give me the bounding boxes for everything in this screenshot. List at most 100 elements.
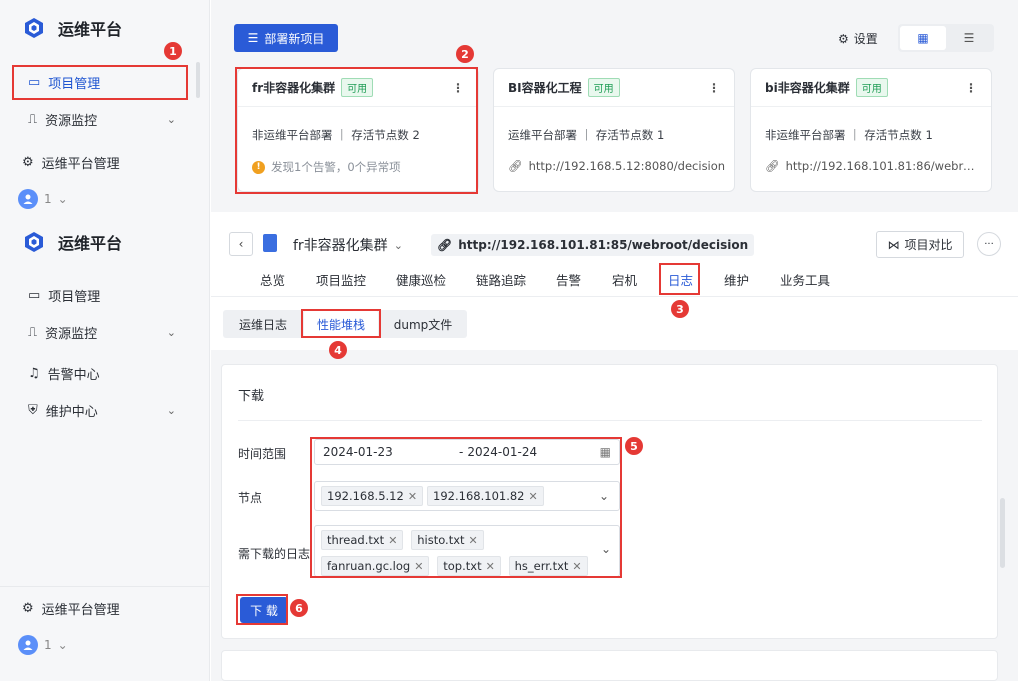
sidebar-item-label: 告警中心 (47, 367, 100, 383)
close-icon[interactable]: ✕ (529, 490, 538, 503)
tab-log[interactable]: 日志 (668, 270, 693, 289)
tab-business-tools[interactable]: 业务工具 (780, 270, 830, 289)
sidebar-item-resource-monitor[interactable]: ⎍ 资源监控 ⌄ (14, 316, 186, 348)
node-select[interactable]: 192.168.5.12 ✕ 192.168.101.82 ✕ ⌄ (314, 481, 620, 511)
download-button[interactable]: 下 载 (240, 597, 288, 623)
project-name: fr非容器化集群 (293, 238, 388, 254)
user-menu[interactable]: 1 ⌄ (18, 189, 68, 209)
tab-trace[interactable]: 链路追踪 (476, 270, 526, 289)
chevron-down-icon: ⌄ (166, 403, 176, 417)
date-end: 2024-01-24 (467, 445, 538, 459)
tab-project-monitor[interactable]: 项目监控 (316, 270, 366, 289)
platform-manage[interactable]: ⚙ 运维平台管理 (8, 592, 180, 624)
status-badge: 可用 (587, 78, 620, 97)
tab-health-check[interactable]: 健康巡检 (396, 270, 446, 289)
project-card[interactable]: bi非容器化集群 可用 ⋮ 非运维平台部署 ｜ 存活节点数 1 🔗︎ http:… (750, 68, 992, 192)
subtab-ops-log[interactable]: 运维日志 (223, 310, 303, 338)
node-chip: 192.168.5.12 ✕ (321, 486, 424, 506)
close-icon[interactable]: ✕ (572, 560, 581, 573)
sidebar-item-label: 项目管理 (48, 76, 101, 92)
project-url-text: http://192.168.101.81:85/webroot/decisio… (458, 238, 749, 252)
node-chip: 192.168.101.82 ✕ (427, 486, 544, 506)
project-selector[interactable]: fr非容器化集群 ⌄ (293, 235, 403, 255)
shield-icon: ⛨ (28, 402, 38, 418)
close-icon[interactable]: ✕ (414, 560, 423, 573)
annotation-badge: 6 (290, 599, 308, 617)
card-link[interactable]: 🔗︎ http://192.168.101.81:86/webroot/deci… (765, 159, 981, 173)
tab-alert[interactable]: 告警 (556, 270, 581, 289)
subtab-dump-file[interactable]: dump文件 (379, 310, 467, 338)
warning-icon: ! (252, 160, 265, 174)
card-header: BI容器化工程 可用 ⋮ (494, 69, 734, 107)
subtab-perf-stack[interactable]: 性能堆栈 (303, 310, 379, 338)
project-url[interactable]: 🔗︎ http://192.168.101.81:85/webroot/deci… (431, 234, 755, 256)
sidebar-item-alert-center[interactable]: ♫ 告警中心 (14, 357, 186, 389)
settings-label: 设置 (853, 32, 878, 46)
tab-maintain[interactable]: 维护 (724, 270, 749, 289)
annotation-badge: 2 (456, 45, 474, 63)
deploy-project-button[interactable]: ☰ 部署新项目 (234, 24, 338, 52)
chevron-down-icon: ⌄ (57, 192, 68, 206)
sidebar-item-label: 项目管理 (48, 289, 101, 305)
list-view-icon[interactable]: ☰ (946, 26, 992, 50)
date-range-picker[interactable]: 2024-01-23 - 2024-01-24 ▦ (314, 439, 620, 465)
chevron-down-icon: ⌄ (166, 325, 176, 339)
close-icon[interactable]: ✕ (469, 534, 478, 547)
chevron-down-icon: ⌄ (598, 489, 609, 503)
card-title: BI容器化工程 (508, 81, 582, 95)
chip-label: thread.txt (327, 533, 385, 547)
close-icon[interactable]: ✕ (408, 490, 417, 503)
more-vertical-icon[interactable]: ⋮ (965, 81, 977, 95)
avatar (18, 635, 38, 655)
card-header: fr非容器化集群 可用 ⋮ (238, 69, 478, 107)
link-icon: 🔗︎ (765, 159, 780, 173)
project-card[interactable]: fr非容器化集群 可用 ⋮ 非运维平台部署 ｜ 存活节点数 2 ! 发现1个告警… (237, 68, 479, 192)
sidebar-item-maintain-center[interactable]: ⛨ 维护中心 ⌄ (14, 394, 186, 426)
date-start: 2024-01-23 (323, 445, 393, 459)
close-icon[interactable]: ✕ (486, 560, 495, 573)
more-vertical-icon[interactable]: ⋮ (708, 81, 720, 95)
card-header: bi非容器化集群 可用 ⋮ (751, 69, 991, 107)
compare-label: 项目对比 (904, 238, 953, 252)
main-scrollbar[interactable] (1000, 498, 1005, 568)
tab-down[interactable]: 宕机 (612, 270, 637, 289)
sidebar-scrollbar[interactable] (196, 62, 200, 98)
link-icon: 🔗︎ (508, 159, 523, 173)
log-chip: fanruan.gc.log ✕ (321, 556, 430, 576)
grid-view-icon[interactable]: ▦ (900, 26, 946, 50)
gear-icon: ⚙ (838, 31, 849, 46)
chevron-down-icon: ⌄ (166, 112, 176, 126)
platform-manage-label: 运维平台管理 (41, 156, 120, 172)
gear-icon: ⚙ (22, 154, 34, 170)
log-select[interactable]: thread.txt ✕ histo.txt ✕ fanruan.gc.log ✕ t… (314, 525, 620, 577)
link-icon: 🔗︎ (437, 238, 453, 252)
card-alert: ! 发现1个告警，0个异常项 (252, 159, 401, 175)
log-chip: histo.txt ✕ (411, 530, 484, 550)
next-panel (221, 650, 998, 681)
more-vertical-icon[interactable]: ⋮ (452, 81, 464, 95)
chip-label: 192.168.5.12 (327, 489, 404, 503)
close-icon[interactable]: ✕ (388, 534, 397, 547)
card-link-text: http://192.168.5.12:8080/decision (528, 159, 726, 173)
server-icon: ☰ (247, 31, 259, 45)
chevron-left-icon: ‹ (238, 237, 244, 251)
sidebar-item-project-manage[interactable]: ▭ 项目管理 (14, 279, 186, 311)
more-options-button[interactable]: ··· (977, 232, 1001, 256)
card-link[interactable]: 🔗︎ http://192.168.5.12:8080/decision (508, 159, 725, 173)
user-menu[interactable]: 1 ⌄ (18, 635, 68, 655)
project-card[interactable]: BI容器化工程 可用 ⋮ 运维平台部署 ｜ 存活节点数 1 🔗︎ http://… (493, 68, 735, 192)
avatar (18, 189, 38, 209)
logs-label: 需下载的日志 (238, 547, 311, 561)
sidebar-item-resource-monitor[interactable]: ⎍ 资源监控 ⌄ (14, 103, 186, 135)
back-button[interactable]: ‹ (229, 232, 253, 256)
platform-manage[interactable]: ⚙ 运维平台管理 (8, 146, 180, 178)
cube-logo-icon (25, 18, 43, 38)
sidebar-item-project-manage[interactable]: ▭ 项目管理 (14, 66, 186, 98)
node-label: 节点 (238, 491, 263, 505)
app-logo: 运维平台 (22, 16, 122, 40)
tab-overview[interactable]: 总览 (260, 270, 285, 289)
tabs-divider (211, 296, 1018, 297)
settings-button[interactable]: ⚙ 设置 (838, 30, 878, 47)
sidebar-top: 运维平台 ▭ 项目管理 ⎍ 资源监控 ⌄ ⚙ 运维平台管理 1 ⌄ (0, 0, 210, 212)
compare-button[interactable]: ⋈ 项目对比 (876, 231, 964, 258)
